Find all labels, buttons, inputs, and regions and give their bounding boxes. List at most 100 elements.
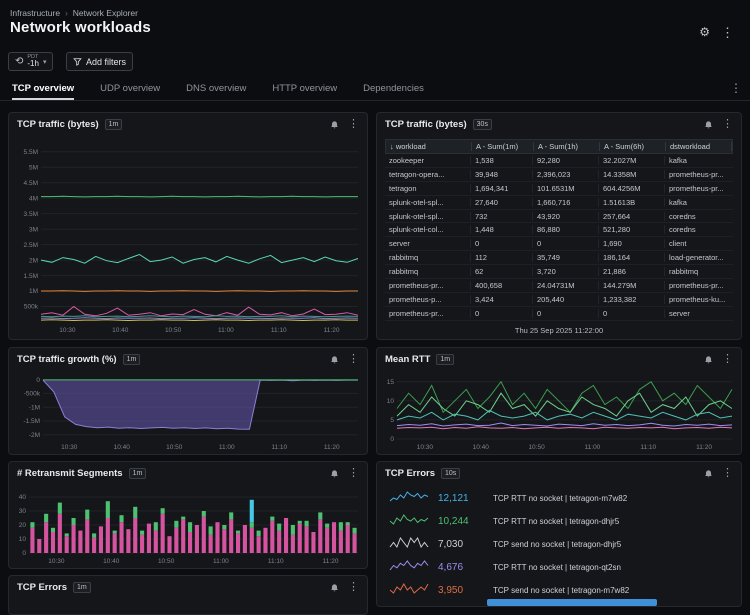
svg-text:10:50: 10:50 [165, 327, 182, 334]
table-row[interactable]: zookeeper1,53892,28032.2027Mkafka [385, 154, 733, 168]
svg-text:1M: 1M [29, 288, 38, 295]
table-header-cell[interactable]: ↓ workload [386, 142, 472, 151]
table-row[interactable]: server001,690client [385, 237, 733, 251]
table-cell: rabbitmq [665, 267, 733, 276]
svg-text:11:00: 11:00 [213, 558, 229, 565]
sparkline-chart [389, 490, 429, 508]
page-kebab-menu-icon[interactable]: ⋮ [721, 25, 734, 41]
table-row[interactable]: tetragon-opera...39,9482,396,02314.3358M… [385, 168, 733, 182]
panel-title: TCP Errors [17, 582, 67, 593]
table-cell: prometheus-pr... [665, 281, 733, 290]
table-row[interactable]: splunk-otel-spl...27,6401,660,7161.51613… [385, 196, 733, 210]
table-row[interactable]: splunk-otel-spl...73243,920257,664coredn… [385, 210, 733, 224]
panel-kebab-menu-icon[interactable]: ⋮ [348, 354, 359, 365]
error-row[interactable]: 10,244TCP RTT no socket | tetragon-dhjr5 [381, 510, 737, 533]
panel-title: TCP traffic growth (%) [17, 354, 117, 365]
alert-bell-icon[interactable] [330, 583, 339, 593]
svg-text:0: 0 [36, 377, 40, 384]
table-cell: kafka [665, 198, 733, 207]
table-row[interactable]: rabbitmq623,72021,886rabbitmq [385, 265, 733, 279]
table-row[interactable]: prometheus-pr...400,65824.04731M144.279M… [385, 279, 733, 293]
tabs-kebab-menu-icon[interactable]: ⋮ [730, 81, 742, 95]
panel-kebab-menu-icon[interactable]: ⋮ [348, 582, 359, 593]
table-cell: prometheus-pr... [665, 184, 733, 193]
svg-text:11:10: 11:10 [268, 558, 284, 565]
tcp-traffic-line-chart[interactable]: 5.5M5M4.5M4M3.5M3M2.5M2M1.5M1M500k10:301… [13, 139, 362, 334]
resolution-badge: 10s [441, 468, 460, 479]
settings-gear-icon[interactable]: ⚙ [699, 25, 710, 39]
breadcrumb-network-explorer[interactable]: Network Explorer [73, 8, 138, 18]
table-row[interactable]: prometheus-pr...000server [385, 307, 733, 321]
panel-tcp-traffic-chart: TCP traffic (bytes) 1m ⋮ 5.5M5M4.5M4M3.5… [8, 112, 368, 340]
error-label: TCP RTT no socket | tetragon-qt2sn [493, 563, 621, 572]
table-cell: 1,538 [471, 156, 533, 165]
table-header-cell[interactable]: A - Sum(1h) [534, 142, 600, 151]
svg-text:4.5M: 4.5M [24, 180, 38, 187]
tcp-growth-area-chart[interactable]: 0-500k-1M-1.5M-2M10:3010:4010:5011:0011:… [13, 371, 362, 451]
table-cell: prometheus-pr... [385, 281, 471, 290]
table-cell: coredns [665, 225, 733, 234]
table-header-cell[interactable]: A - Sum(6h) [600, 142, 666, 151]
error-row[interactable]: 7,030TCP send no socket | tetragon-dhjr5 [381, 533, 737, 556]
table-cell: prometheus-p... [385, 295, 471, 304]
alert-bell-icon[interactable] [704, 120, 713, 130]
chevron-down-icon: ▾ [43, 58, 47, 66]
table-row[interactable]: rabbitmq11235,749186,164load-generator..… [385, 251, 733, 265]
table-row[interactable]: splunk-otel-col...1,44886,880521,280core… [385, 223, 733, 237]
alert-bell-icon[interactable] [704, 355, 713, 365]
error-row[interactable]: 12,121TCP RTT no socket | tetragon-m7w82 [381, 487, 737, 510]
panel-kebab-menu-icon[interactable]: ⋮ [722, 119, 733, 130]
panel-mean-rtt: Mean RTT 1m ⋮ 15105010:3010:4010:5011:00… [376, 347, 742, 455]
alert-bell-icon[interactable] [330, 355, 339, 365]
alert-bell-icon[interactable] [330, 120, 339, 130]
alert-bell-icon[interactable] [704, 469, 713, 479]
panel-kebab-menu-icon[interactable]: ⋮ [722, 468, 733, 479]
table-cell: prometheus-pr... [385, 309, 471, 318]
table-cell: 112 [471, 253, 533, 262]
tcp-errors-list: 12,121TCP RTT no socket | tetragon-m7w82… [381, 487, 737, 602]
table-cell: kafka [665, 156, 733, 165]
mean-rtt-line-chart[interactable]: 15105010:3010:4010:5011:0011:1011:20 [381, 371, 736, 451]
table-cell: server [385, 239, 471, 248]
svg-text:5M: 5M [29, 164, 38, 171]
table-cell: 43,920 [533, 212, 599, 221]
resolution-badge: 1m [105, 119, 123, 130]
error-count: 7,030 [438, 539, 484, 550]
table-cell: 0 [471, 239, 533, 248]
panel-kebab-menu-icon[interactable]: ⋮ [722, 354, 733, 365]
table-cell: prometheus-ku... [665, 295, 733, 304]
panel-kebab-menu-icon[interactable]: ⋮ [348, 468, 359, 479]
svg-text:11:10: 11:10 [640, 444, 656, 451]
tab-udp-overview[interactable]: UDP overview [100, 78, 160, 100]
svg-text:1.5M: 1.5M [24, 273, 38, 280]
panel-tcp-errors: TCP Errors 10s ⋮ 12,121TCP RTT no socket… [376, 461, 742, 607]
table-header-cell[interactable]: A - Sum(1m) [472, 142, 534, 151]
table-cell: 24.04731M [533, 281, 599, 290]
add-filters-button[interactable]: Add filters [66, 52, 133, 71]
panel-kebab-menu-icon[interactable]: ⋮ [348, 119, 359, 130]
add-filters-label: Add filters [86, 57, 126, 67]
table-cell: 2,396,023 [533, 170, 599, 179]
svg-text:0: 0 [22, 550, 26, 557]
svg-text:10:40: 10:40 [103, 558, 120, 565]
panel-retransmit-segments: # Retransmit Segments 1m ⋮ 40302010010:3… [8, 461, 368, 569]
svg-text:10: 10 [19, 536, 27, 543]
horizontal-scrollbar-thumb[interactable] [487, 599, 657, 606]
alert-bell-icon[interactable] [330, 469, 339, 479]
tab-tcp-overview[interactable]: TCP overview [12, 78, 74, 100]
svg-text:11:20: 11:20 [324, 444, 340, 451]
table-row[interactable]: prometheus-p...3,424205,4401,233,382prom… [385, 293, 733, 307]
table-row[interactable]: tetragon1,694,341101.6531M604.4256Mprome… [385, 182, 733, 196]
tab-dns-overview[interactable]: DNS overview [186, 78, 246, 100]
breadcrumb-infrastructure[interactable]: Infrastructure [10, 8, 60, 18]
time-range-picker[interactable]: ⟲ PDT -1h ▾ [8, 52, 53, 71]
tab-http-overview[interactable]: HTTP overview [272, 78, 337, 100]
svg-text:10:50: 10:50 [166, 444, 183, 451]
svg-text:40: 40 [19, 494, 27, 501]
tab-dependencies[interactable]: Dependencies [363, 78, 424, 100]
retransmit-bar-chart[interactable]: 40302010010:3010:4010:5011:0011:1011:20 [13, 485, 362, 565]
table-cell: 144.279M [599, 281, 665, 290]
table-header-cell[interactable]: dstworkload [666, 142, 732, 151]
svg-text:10:40: 10:40 [114, 444, 131, 451]
error-row[interactable]: 4,676TCP RTT no socket | tetragon-qt2sn [381, 556, 737, 579]
